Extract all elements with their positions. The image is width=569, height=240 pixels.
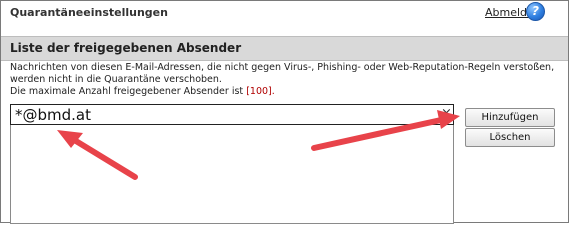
arrow-to-add-button	[311, 110, 460, 151]
annotation-arrows	[57, 110, 460, 180]
arrow-to-input	[57, 130, 138, 180]
quarantine-settings-panel: Quarantäneeinstellungen Abmelden ? Liste…	[0, 0, 569, 224]
